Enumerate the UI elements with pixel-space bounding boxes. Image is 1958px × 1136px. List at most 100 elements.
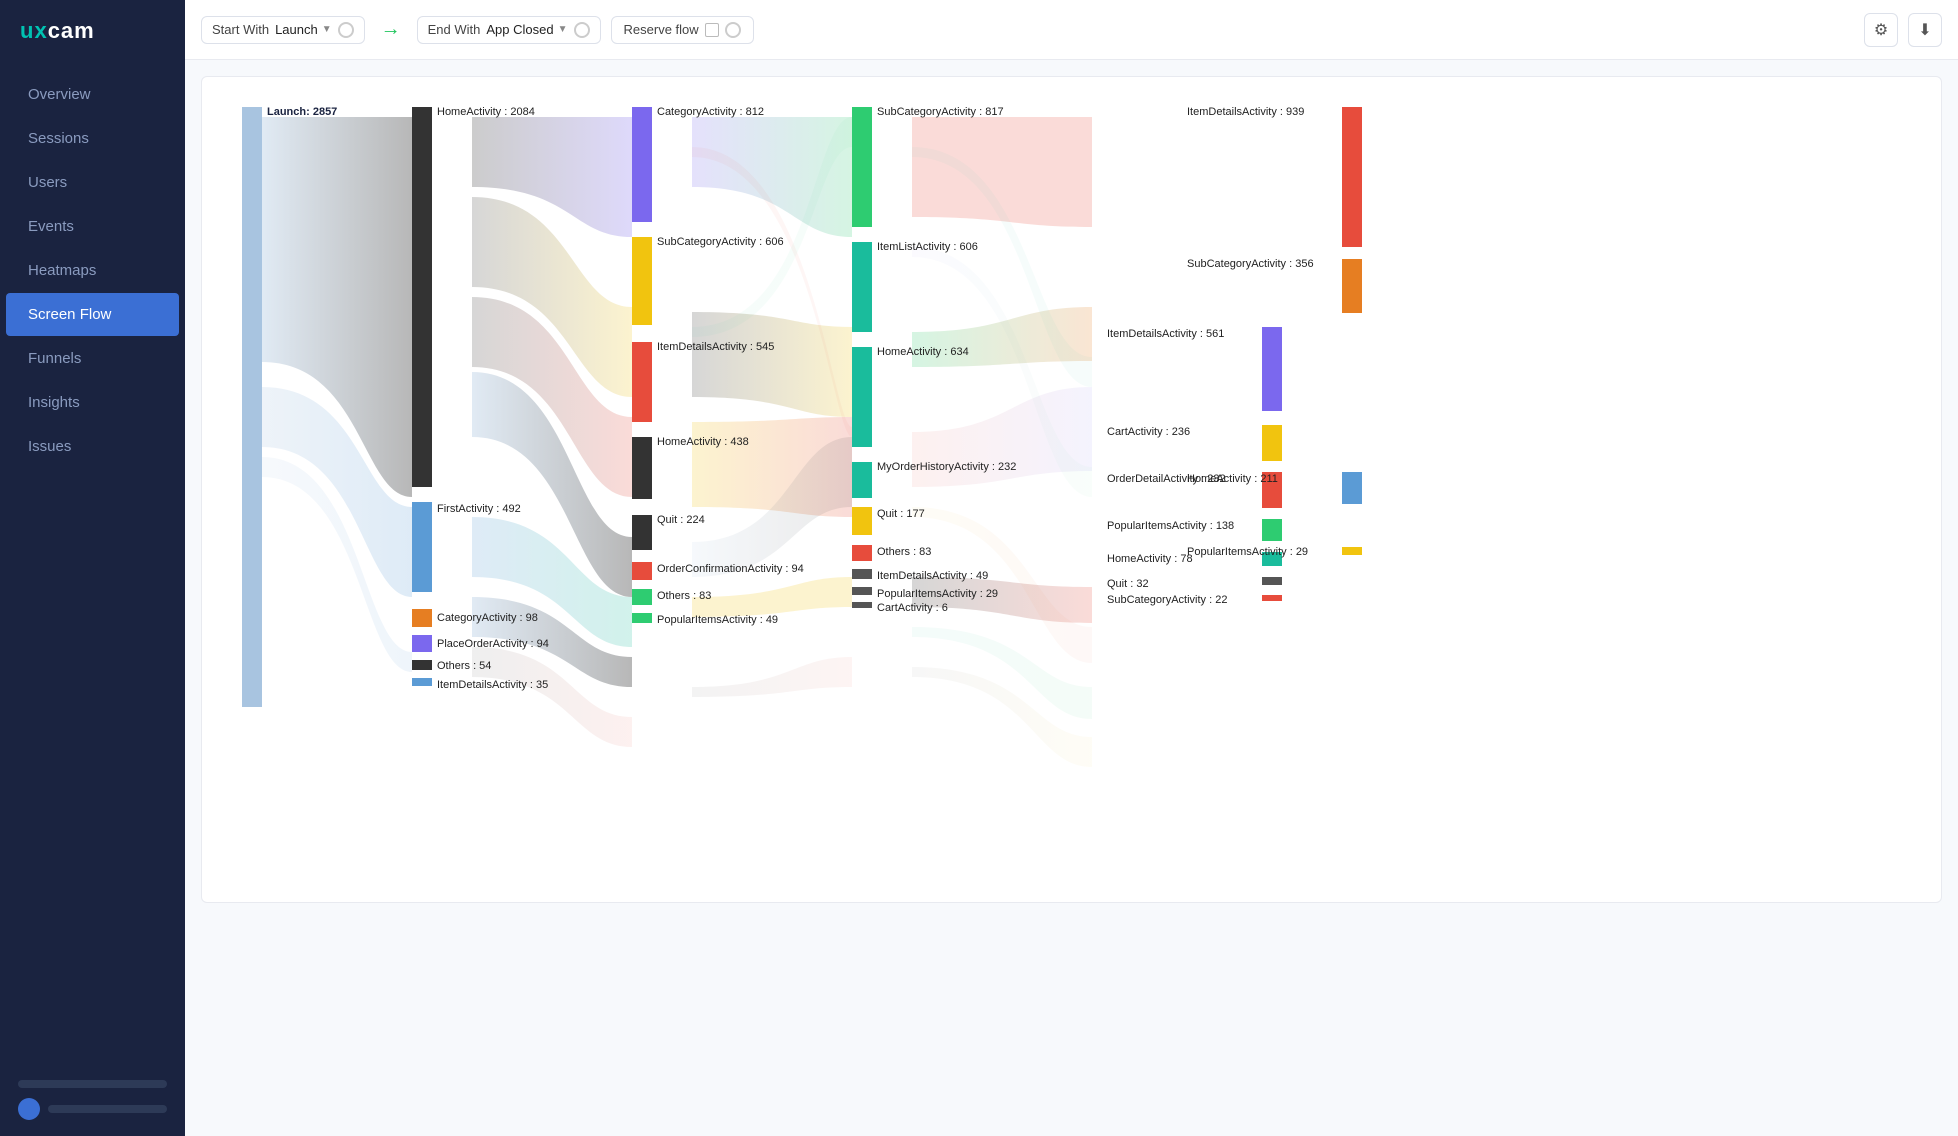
label-subcat606: SubCategoryActivity : 606	[657, 236, 784, 248]
label-homeact78: HomeActivity : 78	[1107, 553, 1193, 565]
label-subcatact817: SubCategoryActivity : 817	[877, 106, 1004, 118]
reserve-checkbox[interactable]	[705, 23, 719, 37]
label-homeact438: HomeActivity : 438	[657, 436, 749, 448]
label-popitems29b: PopularItemsActivity : 29	[1187, 546, 1308, 558]
main-content: Start With Launch ▼ → End With App Close…	[185, 0, 1958, 1136]
node-homeact211	[1342, 472, 1362, 504]
sidebar-item-screenflow[interactable]: Screen Flow	[6, 293, 179, 336]
node-launch	[242, 107, 262, 707]
sankey-svg: Launch: 2857 HomeActivity : 2084 FirstAc…	[212, 87, 1392, 887]
sidebar-user-row	[18, 1098, 167, 1120]
node-itemdetact939	[1342, 107, 1362, 247]
node-quit224	[632, 515, 652, 550]
start-with-value: Launch	[275, 22, 318, 37]
sidebar-item-issues[interactable]: Issues	[6, 425, 179, 468]
node-first	[412, 502, 432, 592]
label-popitems49: PopularItemsActivity : 49	[657, 614, 778, 626]
settings-button[interactable]: ⚙	[1864, 13, 1898, 47]
flow-arrow-icon: →	[381, 18, 401, 41]
node-cartact6	[852, 602, 872, 608]
label-myorder232: MyOrderHistoryActivity : 232	[877, 461, 1016, 473]
end-with-label: End With	[428, 22, 481, 37]
logo-area: uxcam	[0, 0, 185, 62]
sidebar-item-overview[interactable]: Overview	[6, 73, 179, 116]
settings-icon: ⚙	[1874, 20, 1888, 40]
node-others83b	[632, 589, 652, 605]
node-cat98	[412, 609, 432, 627]
sidebar-item-insights[interactable]: Insights	[6, 381, 179, 424]
start-with-select[interactable]: Launch ▼	[275, 22, 332, 37]
label-others83b: Others : 83	[657, 590, 711, 602]
node-cartact236	[1262, 425, 1282, 461]
sidebar-avatar	[18, 1098, 40, 1120]
label-place94: PlaceOrderActivity : 94	[437, 638, 549, 650]
label-cat812: CategoryActivity : 812	[657, 106, 764, 118]
label-subcat22: SubCategoryActivity : 22	[1107, 594, 1227, 606]
end-with-arrow-icon: ▼	[558, 24, 568, 35]
flow-orderconf	[692, 657, 852, 697]
sidebar: uxcam Overview Sessions Users Events Hea…	[0, 0, 185, 1136]
sidebar-item-users[interactable]: Users	[6, 161, 179, 204]
node-subcat356	[1342, 259, 1362, 313]
end-with-group: End With App Closed ▼	[417, 16, 601, 44]
download-icon: ⬇	[1918, 20, 1931, 40]
sankey-container[interactable]: Launch: 2857 HomeActivity : 2084 FirstAc…	[185, 60, 1958, 1136]
end-with-circle	[574, 22, 590, 38]
node-itemdet49	[852, 569, 872, 579]
sidebar-item-events[interactable]: Events	[6, 205, 179, 248]
label-home1: HomeActivity : 2084	[437, 106, 535, 118]
label-cartact6: CartActivity : 6	[877, 602, 948, 614]
label-quit177: Quit : 177	[877, 508, 925, 520]
label-homeact211: HomeActivity : 211	[1187, 473, 1278, 485]
download-button[interactable]: ⬇	[1908, 13, 1942, 47]
flow-quit-quit3	[692, 577, 852, 617]
start-with-circle	[338, 22, 354, 38]
node-cat812	[632, 107, 652, 222]
node-popitems138	[1262, 519, 1282, 541]
sankey-diagram: Launch: 2857 HomeActivity : 2084 FirstAc…	[201, 76, 1942, 903]
node-popitems49	[632, 613, 652, 623]
label-cartact236: CartActivity : 236	[1107, 426, 1190, 438]
node-others83c	[852, 545, 872, 561]
sidebar-item-sessions[interactable]: Sessions	[6, 117, 179, 160]
node-item35	[412, 678, 432, 686]
label-item35: ItemDetailsActivity : 35	[437, 679, 548, 691]
label-others54: Others : 54	[437, 660, 491, 672]
node-itemdet561	[1262, 327, 1282, 411]
flow-myorder-orderdet	[912, 577, 1092, 623]
node-others54	[412, 660, 432, 670]
label-popitems29: PopularItemsActivity : 29	[877, 588, 998, 600]
node-quit177	[852, 507, 872, 535]
sidebar-nav: Overview Sessions Users Events Heatmaps …	[0, 72, 185, 469]
node-homeact634	[852, 347, 872, 447]
sidebar-item-funnels[interactable]: Funnels	[6, 337, 179, 380]
reserve-flow-button[interactable]: Reserve flow	[611, 16, 754, 44]
label-homeact634: HomeActivity : 634	[877, 346, 969, 358]
reserve-flow-label: Reserve flow	[624, 22, 699, 37]
label-quit224: Quit : 224	[657, 514, 705, 526]
node-homeact438	[632, 437, 652, 499]
start-with-group: Start With Launch ▼	[201, 16, 365, 44]
end-with-value: App Closed	[486, 22, 553, 37]
label-popitems138: PopularItemsActivity : 138	[1107, 520, 1234, 532]
sidebar-bottom	[0, 1064, 185, 1136]
sidebar-user-bar	[48, 1105, 167, 1113]
node-popitems29b	[1342, 547, 1362, 555]
toolbar: Start With Launch ▼ → End With App Close…	[185, 0, 1958, 60]
label-orderconf94: OrderConfirmationActivity : 94	[657, 563, 804, 575]
label-launch: Launch: 2857	[267, 106, 337, 118]
label-itemdet545: ItemDetailsActivity : 545	[657, 341, 774, 353]
label-cat98: CategoryActivity : 98	[437, 612, 538, 624]
node-itemdet545	[632, 342, 652, 422]
logo: uxcam	[20, 18, 165, 44]
flow-cat-subcat	[692, 117, 852, 237]
node-subcat606	[632, 237, 652, 325]
sidebar-progress-bar	[18, 1080, 167, 1088]
sidebar-item-heatmaps[interactable]: Heatmaps	[6, 249, 179, 292]
label-itemdet49: ItemDetailsActivity : 49	[877, 570, 988, 582]
label-first: FirstActivity : 492	[437, 503, 521, 515]
node-subcatact817	[852, 107, 872, 227]
flow-cross5	[912, 667, 1092, 767]
end-with-select[interactable]: App Closed ▼	[486, 22, 567, 37]
reserve-circle	[725, 22, 741, 38]
